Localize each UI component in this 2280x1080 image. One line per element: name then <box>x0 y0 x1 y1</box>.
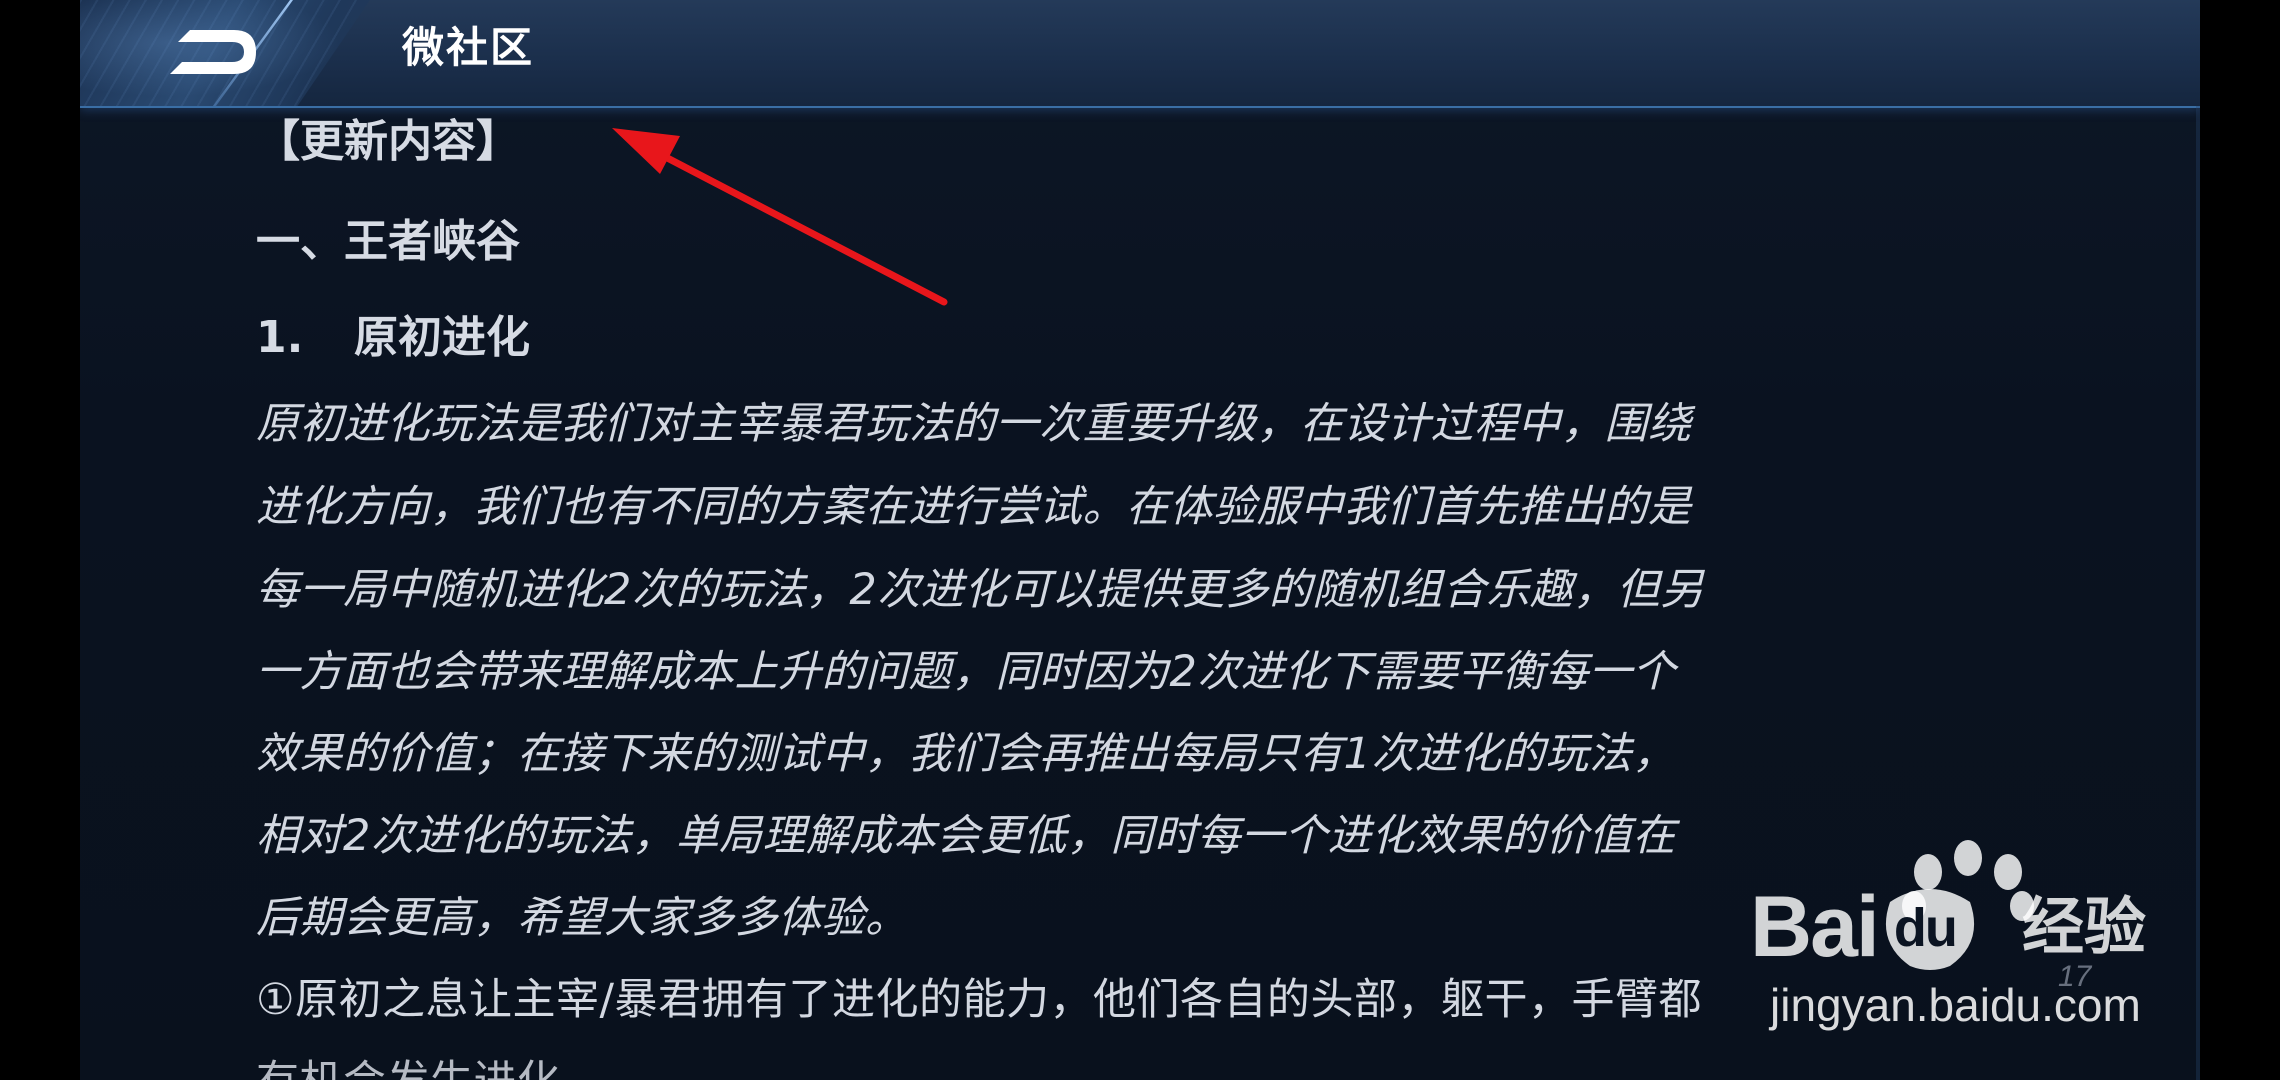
item-title: 原初进化 <box>354 312 530 363</box>
item-heading-primal-evolution: 1. 原初进化 <box>256 308 530 368</box>
page-title: 微社区 <box>402 23 535 72</box>
paragraph-line: 每一局中随机进化2次的玩法，2次进化可以提供更多的随机组合乐趣，但另 <box>256 565 1704 615</box>
update-heading: 【更新内容】 <box>256 116 520 167</box>
paragraph-line: 效果的价值；在接下来的测试中，我们会再推出每局只有1次进化的玩法， <box>256 729 1676 779</box>
paragraph-line: 原初进化玩法是我们对主宰暴君玩法的一次重要升级，在设计过程中，围绕 <box>256 399 1692 449</box>
paragraph-line: 进化方向，我们也有不同的方案在进行尝试。在体验服中我们首先推出的是 <box>256 482 1692 532</box>
paragraph-line: ①原初之息让主宰/暴君拥有了进化的能力，他们各自的头部，躯干，手臂都 <box>256 975 1703 1025</box>
paragraph-line: 相对2次进化的玩法，单局理解成本会更低，同时每一个进化效果的价值在 <box>256 811 1676 861</box>
back-return-icon <box>170 30 256 74</box>
screen: 微社区 【更新内容】 一、王者峡谷 1. 原初进化 原初进化玩法是我们对主宰暴君玩… <box>0 0 2280 1080</box>
paragraph-line: 有机会发生进化 <box>256 1052 561 1080</box>
section-heading-kings-canyon: 一、王者峡谷 <box>256 216 520 267</box>
item-number: 1. <box>256 312 304 363</box>
page-number: 17 <box>2058 960 2092 993</box>
paragraph-line: 一方面也会带来理解成本上升的问题，同时因为2次进化下需要平衡每一个 <box>256 647 1676 697</box>
paragraph-line: 后期会更高，希望大家多多体验。 <box>256 893 909 943</box>
back-button[interactable] <box>152 22 272 82</box>
header-bar: 微社区 <box>80 0 2200 108</box>
scrollbar-track[interactable] <box>2196 106 2200 1080</box>
